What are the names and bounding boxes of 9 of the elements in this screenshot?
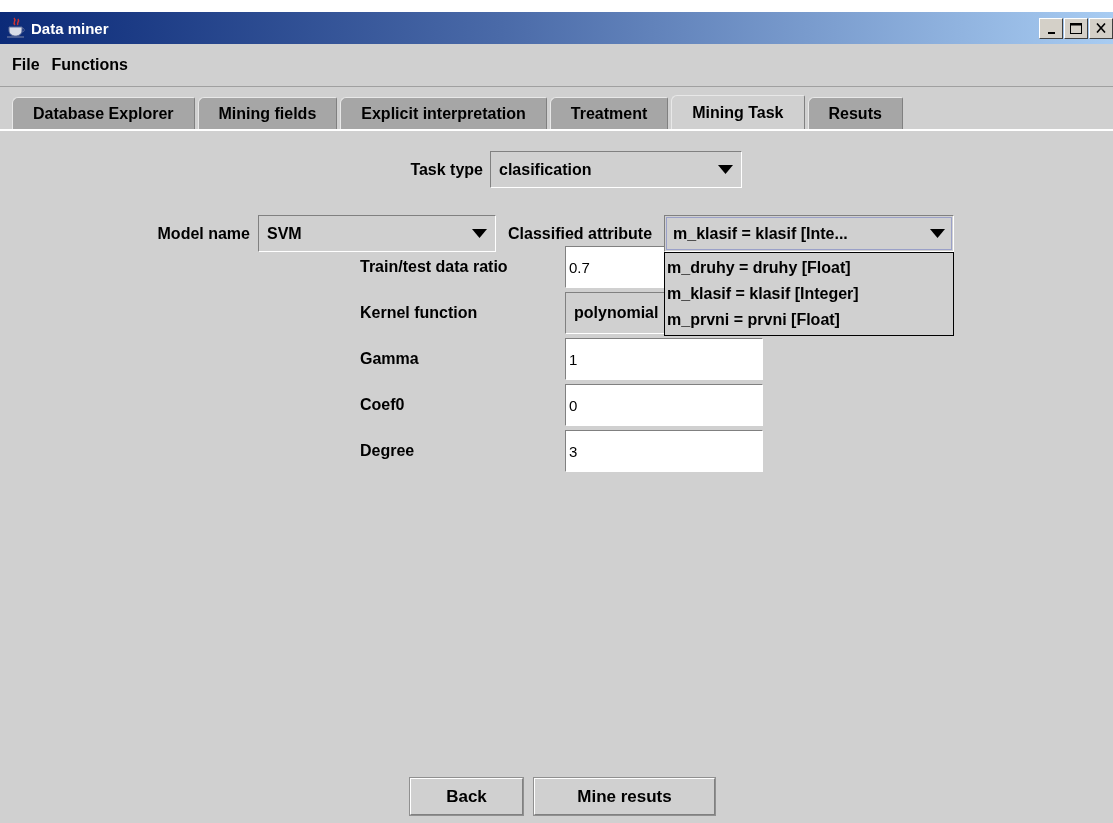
- field-label: Task type: [409, 160, 483, 179]
- field-label: Train/test data ratio: [360, 258, 509, 276]
- field-label: Kernel function: [360, 304, 479, 322]
- field-label: Classified attribute: [508, 224, 653, 243]
- field-label: Coef0: [360, 396, 406, 414]
- field-label: Gamma: [360, 350, 420, 368]
- field-label: Degree: [360, 442, 416, 460]
- field-label: Model name: [156, 224, 250, 243]
- window-title: Data miner: [31, 19, 109, 37]
